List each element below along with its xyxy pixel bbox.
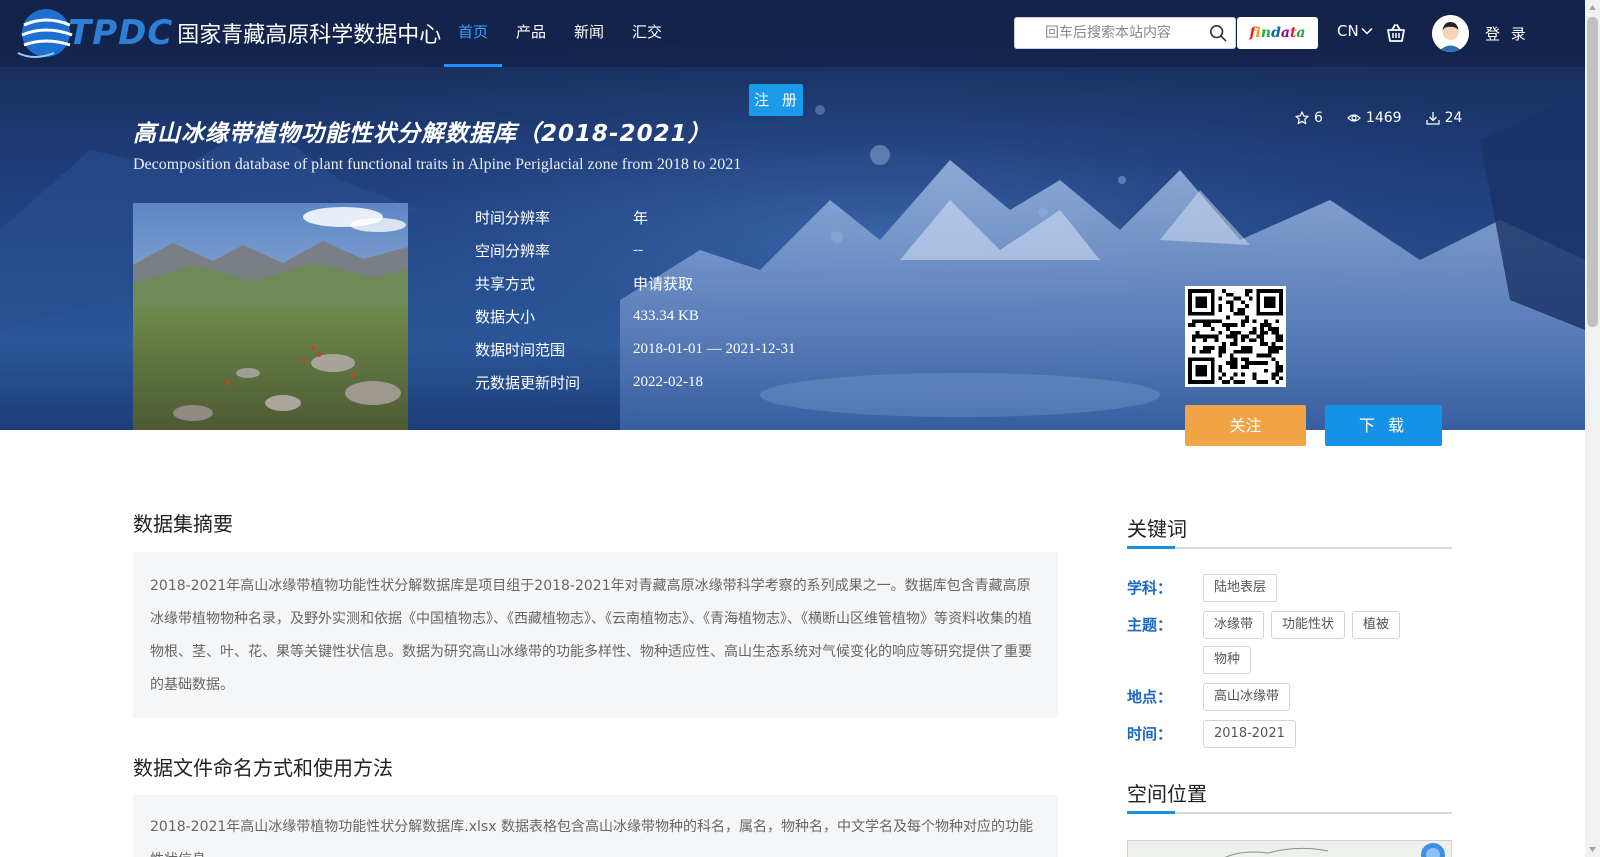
scroll-up-arrow-icon[interactable]: [1585, 0, 1600, 15]
globe-logo-icon: [17, 9, 73, 58]
findata-letter: n: [1260, 25, 1272, 41]
follow-button[interactable]: 关注: [1185, 405, 1306, 446]
keyword-tag[interactable]: 陆地表层: [1203, 574, 1278, 602]
download-button[interactable]: 下 载: [1325, 405, 1442, 446]
alpine-meadow-photo: [133, 203, 408, 430]
view-count: 1469: [1347, 110, 1402, 126]
star-icon: [1295, 111, 1309, 125]
location-title-text: 空间位置: [1127, 782, 1207, 806]
meta-row: 共享方式 申请获取: [475, 267, 795, 300]
dataset-title-en: Decomposition database of plant function…: [133, 156, 742, 173]
meta-key: 数据时间范围: [475, 341, 566, 359]
meta-value: --: [633, 242, 643, 258]
keyword-tag[interactable]: 高山冰缘带: [1203, 683, 1291, 711]
usage-title: 数据文件命名方式和使用方法: [133, 756, 393, 780]
abstract-text: 2018-2021年高山冰缘带植物功能性状分解数据库是项目组于2018-2021…: [133, 552, 1058, 718]
cart-icon[interactable]: [1385, 22, 1407, 44]
language-selector[interactable]: CN: [1337, 22, 1373, 40]
dataset-stats: 6 1469 24: [1295, 110, 1462, 126]
star-count-value: 6: [1314, 110, 1323, 126]
dataset-title-cn: 高山冰缘带植物功能性状分解数据库（2018-2021）: [133, 121, 712, 147]
findata-letter: d: [1271, 25, 1281, 41]
usage-text: 2018-2021年高山冰缘带植物功能性状分解数据库.xlsx 数据表格包含高山…: [133, 795, 1058, 857]
abstract-title: 数据集摘要: [133, 512, 233, 536]
keyword-tag[interactable]: 功能性状: [1271, 611, 1346, 639]
keyword-tag[interactable]: 冰缘带: [1203, 611, 1265, 639]
site-logo[interactable]: TPDC 国家青藏高原科学数据中心: [14, 3, 441, 63]
qr-code-pattern: [1188, 289, 1283, 384]
nav-home[interactable]: 首页: [444, 0, 503, 67]
scroll-down-arrow-icon[interactable]: [1585, 842, 1600, 857]
qr-code-icon: [1185, 286, 1286, 387]
meta-value: 2022-02-18: [633, 374, 703, 390]
keyword-group-place: 地点： 高山冰缘带: [1127, 683, 1452, 711]
search-box: [1014, 17, 1236, 49]
findata-letter: a: [1280, 25, 1290, 41]
search-input[interactable]: [1015, 18, 1201, 48]
keyword-label: 时间：: [1127, 725, 1173, 743]
meta-key: 元数据更新时间: [475, 374, 581, 392]
nav-products[interactable]: 产品: [502, 0, 560, 67]
top-navbar: TPDC 国家青藏高原科学数据中心 首页 产品 新闻 汇交 findata CN: [0, 0, 1585, 67]
search-icon[interactable]: [1209, 24, 1227, 42]
keyword-group-theme: 主题： 冰缘带 功能性状 植被 物种: [1127, 611, 1452, 674]
nav-news[interactable]: 新闻: [560, 0, 618, 67]
keyword-label: 地点：: [1127, 688, 1173, 706]
scrollbar-thumb[interactable]: [1587, 17, 1598, 327]
meta-row: 空间分辨率 --: [475, 234, 795, 267]
location-panel: 空间位置: [1127, 778, 1452, 814]
keywords-title-text: 关键词: [1127, 517, 1187, 541]
findata-letter: a: [1296, 25, 1306, 41]
keyword-label: 学科：: [1127, 579, 1173, 597]
register-button[interactable]: 注 册: [749, 84, 803, 116]
keyword-group-time: 时间： 2018-2021: [1127, 720, 1452, 748]
meta-value: 2018-01-01 — 2021-12-31: [633, 341, 796, 357]
map-preview: [1224, 843, 1445, 857]
keyword-tag[interactable]: 物种: [1203, 646, 1252, 674]
meta-value: 年: [633, 211, 649, 227]
logo-tpdc-text: TPDC: [68, 13, 174, 53]
location-map[interactable]: [1127, 840, 1452, 857]
page-scrollbar[interactable]: [1585, 0, 1600, 857]
keyword-group-subject: 学科： 陆地表层: [1127, 574, 1452, 602]
meta-key: 时间分辨率: [475, 209, 551, 227]
meta-row: 时间分辨率 年: [475, 201, 795, 234]
meta-key: 数据大小: [475, 308, 536, 326]
view-count-value: 1469: [1365, 110, 1402, 126]
user-avatar-icon: [1432, 15, 1469, 52]
location-title: 空间位置: [1127, 778, 1452, 814]
meta-key: 空间分辨率: [475, 242, 551, 260]
star-count[interactable]: 6: [1295, 110, 1323, 126]
chevron-down-icon: [1361, 27, 1373, 35]
dataset-thumbnail: [133, 203, 408, 430]
site-name: 国家青藏高原科学数据中心: [177, 23, 442, 48]
meta-key: 共享方式: [475, 275, 536, 293]
login-link[interactable]: 登 录: [1485, 23, 1529, 44]
findata-button[interactable]: findata: [1237, 17, 1318, 49]
nav-submit[interactable]: 汇交: [618, 0, 676, 67]
keyword-tag[interactable]: 植被: [1352, 611, 1401, 639]
meta-row: 数据时间范围 2018-01-01 — 2021-12-31: [475, 333, 795, 366]
download-count: 24: [1425, 110, 1463, 126]
keywords-title: 关键词: [1127, 513, 1452, 549]
meta-row: 数据大小 433.34 KB: [475, 300, 795, 333]
language-label: CN: [1337, 22, 1359, 40]
keyword-label: 主题：: [1127, 616, 1173, 634]
meta-row: 元数据更新时间 2022-02-18: [475, 366, 795, 399]
meta-value: 433.34 KB: [633, 308, 699, 324]
keywords-panel: 关键词 学科： 陆地表层 主题： 冰缘带 功能性状 植被 物种 地点： 高山冰缘…: [1127, 513, 1452, 748]
meta-value: 申请获取: [633, 277, 694, 293]
avatar[interactable]: [1432, 15, 1469, 52]
download-icon: [1425, 112, 1440, 125]
download-count-value: 24: [1444, 110, 1463, 126]
eye-icon: [1347, 114, 1361, 122]
keyword-tag[interactable]: 2018-2021: [1203, 720, 1296, 748]
dataset-meta-table: 时间分辨率 年 空间分辨率 -- 共享方式 申请获取 数据大小 433.34 K…: [475, 201, 795, 399]
main-nav: 首页 产品 新闻 汇交: [444, 0, 676, 67]
